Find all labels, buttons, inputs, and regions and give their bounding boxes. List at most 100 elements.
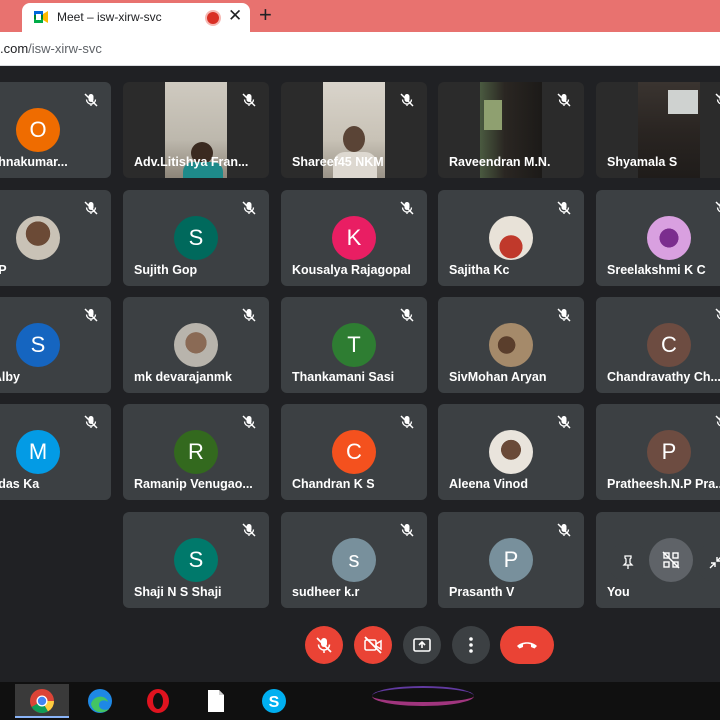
muted-mic-icon [400,201,414,215]
avatar-photo [16,216,60,260]
edge-icon [88,689,112,713]
participant-name: Sajitha Kc [449,263,510,277]
participant-tile[interactable]: K Kousalya Rajagopal [281,190,427,286]
participant-tile[interactable]: Raveendran M.N. [438,82,584,178]
tab-title: Meet – isw-xirw-svc [57,10,162,24]
meet-favicon-icon [34,11,48,23]
participant-tile[interactable]: C Chandran K S [281,404,427,500]
participant-tile[interactable]: T Thankamani Sasi [281,297,427,393]
participant-tile[interactable]: S Sujith Gop [123,190,269,286]
participant-name: Aleena Vinod [449,477,528,491]
new-tab-icon[interactable]: + [259,2,272,28]
pin-button[interactable] [608,542,648,582]
participant-tile[interactable]: R Ramanip Venugao... [123,404,269,500]
present-screen-icon [413,638,431,652]
participant-name: rali P [0,263,7,277]
participant-tile[interactable]: S Shaji N S Shaji [123,512,269,608]
mic-off-icon [316,637,332,653]
participant-name: Shyamala S [607,155,678,169]
avatar: O [16,108,60,152]
tab-close-icon[interactable]: ✕ [228,6,242,26]
pin-icon [622,555,634,569]
taskbar-file-button[interactable] [189,684,243,718]
participant-name: SivMohan Aryan [449,370,547,384]
participant-tile[interactable]: M handas Ka [0,404,111,500]
participant-name: Raveendran M.N. [449,155,551,169]
self-tile[interactable]: You [596,512,720,608]
muted-mic-icon [400,93,414,107]
muted-mic-icon [242,415,256,429]
muted-mic-icon [715,415,720,427]
file-icon [208,690,224,712]
participant-name: Kousalya Rajagopal [292,263,411,277]
url-path: /isw-xirw-svc [28,41,102,56]
avatar: P [489,538,533,582]
url-text[interactable]: .com/isw-xirw-svc [0,41,102,56]
participant-tile[interactable]: Sajitha Kc [438,190,584,286]
muted-mic-icon [557,93,571,107]
participant-tile[interactable]: Aleena Vinod [438,404,584,500]
browser-tab[interactable]: Meet – isw-xirw-svc ✕ [22,3,250,32]
participant-name: Sujith Gop [134,263,198,277]
participant-name: Shareef45 NKM [292,155,384,169]
avatar: R [174,430,218,474]
participant-name: Shaji N S Shaji [134,585,222,599]
muted-mic-icon [84,93,98,107]
participant-name: Thankamani Sasi [292,370,395,384]
participant-name: handas Ka [0,477,40,491]
avatar: C [647,323,691,367]
avatar-photo [489,430,533,474]
chrome-icon [30,689,54,714]
end-call-button[interactable] [500,626,554,664]
participant-name: ija Alby [0,370,20,384]
participant-tile[interactable]: O krishnakumar... [0,82,111,178]
participant-tile[interactable]: P Prasanth V [438,512,584,608]
participant-tile[interactable]: S ija Alby [0,297,111,393]
participant-tile[interactable]: C Chandravathy Ch... [596,297,720,393]
muted-mic-icon [84,308,98,322]
svg-text:S: S [269,694,280,711]
participant-tile[interactable]: Adv.Litishya Fran... [123,82,269,178]
participant-tile[interactable]: mk devarajanmk [123,297,269,393]
opera-icon [147,689,169,713]
muted-mic-icon [242,523,256,537]
minimize-icon [709,557,720,569]
muted-mic-icon [400,415,414,429]
avatar-photo [489,216,533,260]
muted-mic-icon [557,523,571,537]
participant-name: Ramanip Venugao... [134,477,253,491]
participant-name: mk devarajanmk [134,370,232,384]
camera-toggle-button[interactable] [354,626,392,664]
taskbar-edge-button[interactable] [73,684,127,718]
remove-from-grid-button[interactable] [649,538,693,582]
present-button[interactable] [403,626,441,664]
muted-mic-icon [715,93,720,105]
skype-icon: S [262,689,286,713]
taskbar-skype-button[interactable]: S [247,684,301,718]
participant-tile[interactable]: Sreelakshmi K C [596,190,720,286]
avatar: M [16,430,60,474]
participant-name: Prasanth V [449,585,515,599]
participant-name: Sreelakshmi K C [607,263,706,277]
participant-tile[interactable]: Shareef45 NKM [281,82,427,178]
participant-tile[interactable]: rali P [0,190,111,286]
taskbar-opera-button[interactable] [131,684,185,718]
participant-tile[interactable]: s sudheer k.r [281,512,427,608]
participant-tile[interactable]: P Pratheesh.N.P Pra... [596,404,720,500]
browser-tab-strip: Meet – isw-xirw-svc ✕ + [0,0,720,32]
participant-tile[interactable]: SivMohan Aryan [438,297,584,393]
avatar: S [16,323,60,367]
participant-name: Adv.Litishya Fran... [134,155,249,169]
mic-toggle-button[interactable] [305,626,343,664]
muted-mic-icon [557,201,571,215]
participant-tile[interactable]: Shyamala S [596,82,720,178]
minimize-button[interactable] [696,542,720,582]
muted-mic-icon [84,415,98,429]
more-options-button[interactable] [452,626,490,664]
avatar: S [174,538,218,582]
address-bar[interactable]: .com/isw-xirw-svc [0,32,720,66]
taskbar-chrome-button[interactable] [15,684,69,718]
muted-mic-icon [715,201,720,213]
participant-name: krishnakumar... [0,155,68,169]
butterfly-avatar-photo [647,216,691,260]
